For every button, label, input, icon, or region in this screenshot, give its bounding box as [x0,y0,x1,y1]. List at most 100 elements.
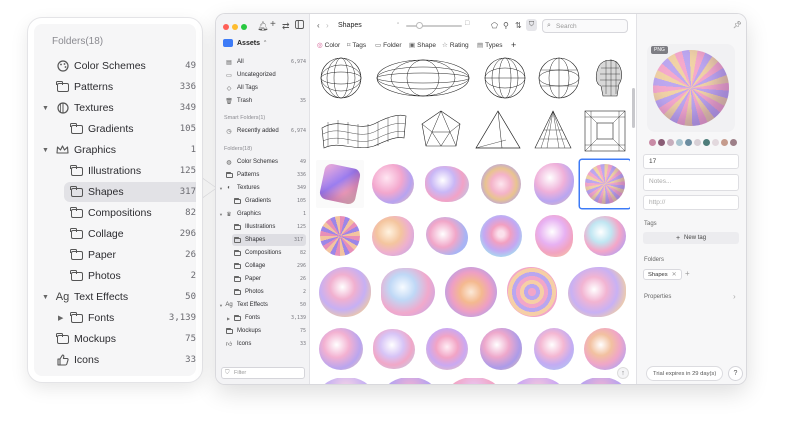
asset-thumbnail[interactable] [530,212,578,260]
asset-thumbnail[interactable] [534,54,584,102]
asset-thumbnail[interactable] [476,160,526,208]
asset-thumbnail[interactable] [530,160,578,208]
sidebar-item-uncategorized[interactable]: ▭ Uncategorized [216,69,310,81]
sidebar-folder-mockups[interactable]: Mockups 75 [216,325,310,337]
asset-thumbnail[interactable] [380,378,440,384]
zoom-folder-collage[interactable]: Collage 296 [34,224,196,244]
library-switcher[interactable]: Assets ⌃ [223,39,267,47]
sidebar-folder-gradients[interactable]: Gradients 105 [216,195,310,207]
zoom-folder-fonts[interactable]: ▶ Fonts 3,139 [34,308,196,328]
filter-folder[interactable]: ▭ Folder [375,41,402,50]
sidebar-folder-fonts[interactable]: ▶ Fonts 3,139 [216,312,310,324]
sidebar-folder-illustrations[interactable]: Illustrations 125 [216,221,310,233]
chevron-down-icon[interactable]: ▼ [42,147,49,154]
filter-shape[interactable]: ▣ Shape [409,41,436,50]
asset-thumbnail[interactable] [316,54,366,102]
chevron-down-icon[interactable]: ▼ [42,105,49,112]
asset-thumbnail[interactable] [316,378,376,384]
asset-thumbnail[interactable] [316,324,366,374]
asset-preview[interactable] [647,44,735,132]
zoom-window-button[interactable] [241,24,247,30]
zoom-folder-text-effects[interactable]: ▼ Ag Text Effects 50 [34,287,196,307]
color-swatch[interactable] [685,139,692,146]
color-swatch[interactable] [694,139,701,146]
asset-name-field[interactable]: 17 [643,154,739,169]
asset-thumbnail[interactable] [316,160,364,208]
asset-thumbnail[interactable] [370,54,476,102]
thumbnail-size-slider[interactable] [406,22,462,29]
shapes-filter-icon[interactable]: ⬠ [491,21,498,30]
zoom-folder-gradients[interactable]: Gradients 105 [34,119,196,139]
asset-thumbnail[interactable] [422,160,472,208]
asset-thumbnail[interactable] [580,106,630,156]
asset-thumbnail[interactable] [480,54,530,102]
asset-thumbnail[interactable] [564,264,630,320]
scroll-to-top-button[interactable]: ↑ [617,367,629,379]
filter-types[interactable]: ▤ Types [477,41,503,50]
zoom-folder-icons[interactable]: Icons 33 [34,350,196,370]
add-icon[interactable]: + [270,19,276,30]
filter-rating[interactable]: ☆ Rating [442,41,469,50]
asset-thumbnail[interactable] [580,212,630,260]
asset-thumbnail[interactable] [368,212,418,260]
sidebar-folder-shapes-selected[interactable]: Shapes 317 [232,234,306,246]
color-swatch[interactable] [649,139,656,146]
sidebar-folder-textures[interactable]: ▼ ◐ Textures 349 [216,182,310,194]
url-field[interactable]: http:// [643,195,739,210]
asset-thumbnail[interactable] [504,264,560,320]
zoom-folder-patterns[interactable]: Patterns 336 [34,77,196,97]
color-swatch[interactable] [721,139,728,146]
asset-thumbnail[interactable] [444,378,504,384]
sidebar-folder-compositions[interactable]: Compositions 82 [216,247,310,259]
asset-thumbnail[interactable] [378,264,438,320]
sidebar-filter-input[interactable]: ⛉ Filter [221,367,305,379]
sidebar-item-trash[interactable]: 🗑︎ Trash 35 [216,95,310,107]
zoom-folder-paper[interactable]: Paper 26 [34,245,196,265]
back-button[interactable]: ‹ [317,21,320,30]
zoom-folder-color-schemes[interactable]: Color Schemes 49 [34,56,196,76]
chevron-down-icon[interactable]: ▼ [219,212,223,217]
sidebar-folder-color-schemes[interactable]: ◍ Color Schemes 49 [216,156,310,168]
sidebar-item-recently-added[interactable]: ◷ Recently added 6,974 [216,125,310,137]
sidebar-folder-graphics[interactable]: ▼ ♛ Graphics 1 [216,208,310,220]
new-tag-button[interactable]: + New tag [643,232,739,244]
asset-thumbnail[interactable] [422,212,472,260]
chevron-right-icon[interactable]: ▶ [227,316,230,321]
grid-scrollbar[interactable] [632,88,635,128]
pin-icon[interactable]: 📌︎ [733,21,742,29]
forward-button[interactable]: › [326,21,329,30]
chevron-down-icon[interactable]: ▼ [219,186,223,191]
asset-thumbnail[interactable] [588,54,630,102]
chevron-right-icon[interactable]: › [733,292,736,301]
sidebar-folder-patterns[interactable]: Patterns 336 [216,169,310,181]
asset-thumbnail[interactable] [530,324,578,374]
search-input[interactable]: ⌕ Search [542,19,628,33]
asset-thumbnail[interactable] [368,160,418,208]
filter-toggle-icon[interactable]: ⛉ [526,19,537,31]
minimize-window-button[interactable] [232,24,238,30]
asset-thumbnail[interactable] [316,212,364,260]
chevron-down-icon[interactable]: ▼ [219,303,223,308]
pin-icon[interactable]: ⚲ [503,21,509,30]
trial-badge[interactable]: Trial expires in 29 day(s) [646,366,724,381]
sidebar-item-all-tags[interactable]: ◇ All Tags [216,82,310,94]
color-swatch[interactable] [667,139,674,146]
zoom-folder-illustrations[interactable]: Illustrations 125 [34,161,196,181]
color-swatch[interactable] [676,139,683,146]
color-swatch[interactable] [658,139,665,146]
color-swatch[interactable] [730,139,737,146]
add-folder-button[interactable]: + [685,269,690,278]
zoom-out-icon[interactable]: ▫ [397,21,399,27]
sidebar-folder-text-effects[interactable]: ▼ Ag Text Effects 50 [216,299,310,311]
sync-icon[interactable]: ⇄ [282,21,290,32]
sidebar-item-all[interactable]: ▤ All 6,974 [216,56,310,68]
zoom-folder-compositions[interactable]: Compositions 82 [34,203,196,223]
asset-thumbnail-selected[interactable] [580,160,630,208]
asset-thumbnail[interactable] [316,106,412,156]
color-swatch[interactable] [712,139,719,146]
add-filter-button[interactable]: + [511,40,516,50]
bell-icon[interactable]: 🔔︎ [257,21,268,32]
zoom-folder-shapes-selected[interactable]: Shapes 317 [64,182,196,202]
color-swatch[interactable] [703,139,710,146]
filter-tags[interactable]: ⌑ Tags [347,41,366,50]
